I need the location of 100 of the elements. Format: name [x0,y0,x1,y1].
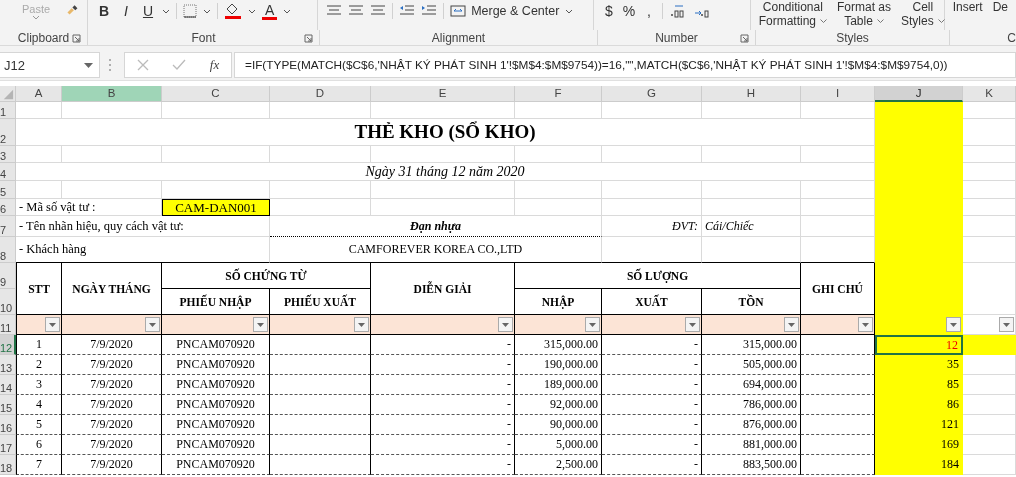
borders-icon[interactable] [183,4,197,18]
table-cell: - [371,375,515,395]
insert-function-button[interactable]: fx [209,57,220,73]
column-header[interactable]: H [702,86,801,102]
column-header[interactable]: C [162,86,270,102]
number-format-button[interactable]: % [621,3,636,19]
font-style-button[interactable]: I [118,3,134,19]
table-cell: 7/9/2020 [62,415,162,435]
caret-icon [937,19,945,23]
column-header[interactable]: I [801,86,875,102]
filter-dropdown-button[interactable] [354,317,369,332]
row-header[interactable]: 9 [0,263,16,289]
column-header[interactable]: B [62,86,162,102]
row-header[interactable]: 6 [0,199,16,216]
column-header[interactable]: G [602,86,702,102]
caret-icon[interactable] [248,8,256,14]
column-header[interactable]: D [270,86,371,102]
name-box[interactable]: J12 [0,52,100,78]
customer-name: CAMFOREVER KOREA CO.,LTD [348,242,523,257]
column-header[interactable]: F [515,86,602,102]
column-heading: SỐ CHỨNG TỪ [162,263,371,289]
table-cell[interactable]: 35 [875,355,963,375]
row-header[interactable]: 5 [0,181,16,199]
row-header[interactable]: 3 [0,146,16,163]
increase-indent-icon[interactable] [421,5,438,17]
row-header[interactable]: 7 [0,216,16,237]
group-label: Number [655,30,698,45]
style-button[interactable]: Conditional Formatting [758,0,827,28]
filter-dropdown-button[interactable] [685,317,700,332]
row-header[interactable]: 11 [0,315,16,335]
field-label: - Mã số vật tư : [19,199,96,215]
field-label: - Khách hàng [19,242,87,257]
drag-handle-icon[interactable] [108,58,112,72]
filter-dropdown-button[interactable] [253,317,268,332]
row-header[interactable]: 4 [0,163,16,181]
row-header[interactable]: 10 [0,289,16,315]
merge-center-button[interactable]: Merge & Center [450,4,560,18]
table-cell[interactable]: 169 [875,435,963,455]
table-cell: - [602,335,702,355]
filter-dropdown-button[interactable] [45,317,60,332]
table-cell[interactable]: 12 [875,335,963,355]
table-cell: PNCAM070920 [162,435,270,455]
row-header[interactable]: 15 [0,395,16,415]
font-style-button[interactable]: U [140,3,156,19]
filter-dropdown-button[interactable] [999,317,1014,332]
cells-button[interactable]: Insert [952,0,983,14]
dialog-launcher-icon[interactable] [304,34,313,43]
row-header[interactable]: 1 [0,102,16,119]
table-cell: 4 [16,395,62,415]
fill-color-icon[interactable] [224,3,242,19]
table-cell[interactable]: 121 [875,415,963,435]
group-label: Styles [836,30,869,45]
row-header[interactable]: 17 [0,435,16,455]
dialog-launcher-icon[interactable] [72,34,81,43]
filter-dropdown-button[interactable] [784,317,799,332]
caret-icon[interactable] [283,8,292,14]
font-color-button[interactable]: A [262,2,278,20]
font-style-button[interactable]: B [96,3,112,19]
filter-dropdown-button[interactable] [946,317,961,332]
caret-icon [820,19,827,23]
row-header[interactable]: 14 [0,375,16,395]
table-cell[interactable]: 85 [875,375,963,395]
number-format-button[interactable]: $ [601,3,616,19]
caret-icon [788,322,795,327]
caret-icon [876,19,884,23]
table-cell: 694,000.00 [702,375,801,395]
merge-icon [450,5,467,17]
style-button[interactable]: Cell Styles [901,0,945,28]
column-header[interactable]: A [16,86,62,102]
caret-icon[interactable] [162,8,170,14]
caret-icon[interactable] [565,8,574,14]
row-header[interactable]: 18 [0,455,16,475]
row-header[interactable]: 2 [0,119,16,146]
check-icon[interactable] [172,59,187,71]
column-header[interactable]: K [963,86,1016,102]
filter-dropdown-button[interactable] [585,317,600,332]
caret-icon[interactable] [203,8,211,14]
increase-decimal-icon[interactable] [668,4,687,18]
table-cell: 7/9/2020 [62,355,162,375]
row-header[interactable]: 12 [0,335,16,355]
table-cell: - [371,335,515,355]
caret-icon [502,322,509,327]
table-cell: - [602,435,702,455]
filter-dropdown-button[interactable] [498,317,513,332]
number-format-button[interactable]: , [641,3,656,19]
row-header[interactable]: 8 [0,237,16,263]
date-text: Ngày 31 tháng 12 năm 2020 [365,163,525,180]
row-header[interactable]: 16 [0,415,16,435]
cells-button[interactable]: De [992,0,1008,14]
column-header[interactable]: E [371,86,515,102]
dialog-launcher-icon[interactable] [740,34,749,43]
decrease-indent-icon[interactable] [399,5,416,17]
filter-dropdown-button[interactable] [145,317,160,332]
table-cell[interactable]: 86 [875,395,963,415]
formula-field[interactable]: =IF(TYPE(MATCH($C$6,'NHẬT KÝ PHÁT SINH 1'!$M$4:$M$9754))=16,"",MATCH($C$6,'NHẬT KÝ PHÁT SINH 1'!$M$4:$M$9754,0)) [234,52,1016,78]
filter-dropdown-button[interactable] [858,317,873,332]
style-button[interactable]: Format as Table [837,0,891,28]
table-cell[interactable]: 184 [875,455,963,475]
column-header[interactable]: J [875,86,963,102]
row-header[interactable]: 13 [0,355,16,375]
